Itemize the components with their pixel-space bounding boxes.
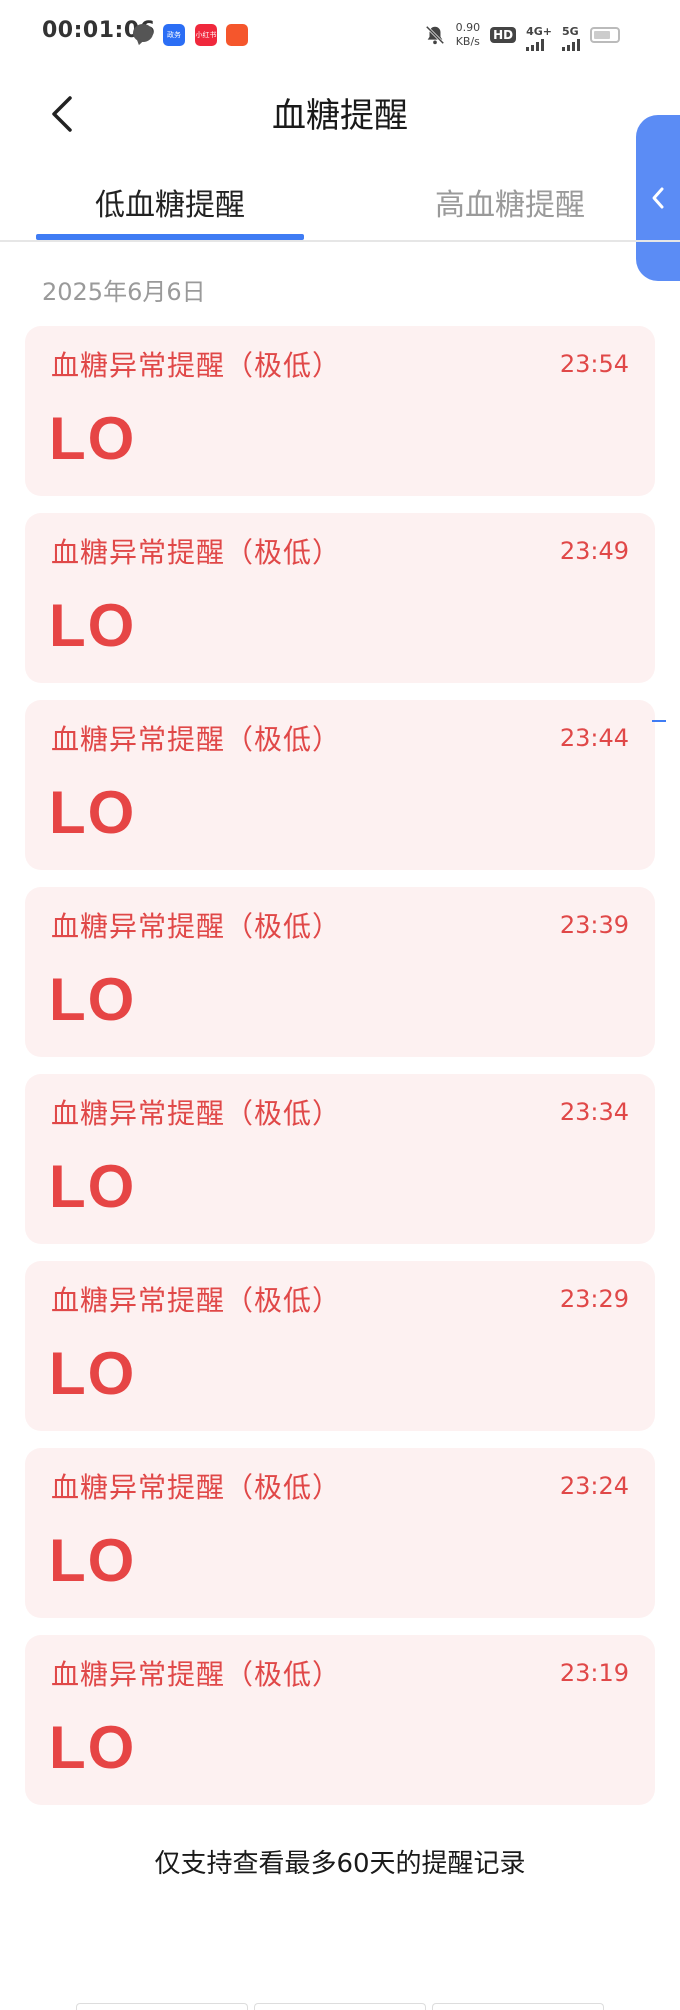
battery-icon	[590, 27, 620, 43]
signal-bars-icon	[526, 38, 552, 51]
signal-5g-label: 5G	[562, 24, 579, 38]
bottom-sheet-edge	[76, 2003, 604, 2010]
xiaohongshu-app-icon: 小红书	[195, 24, 217, 46]
alert-time: 23:44	[559, 724, 629, 752]
alert-card[interactable]: 血糖异常提醒（极低） 23:49 LO	[25, 513, 655, 683]
alert-title: 血糖异常提醒（极低）	[51, 1658, 342, 1691]
alert-value: LO	[49, 405, 137, 472]
tab-active-indicator	[36, 234, 304, 240]
alert-title: 血糖异常提醒（极低）	[51, 349, 342, 382]
hd-badge: HD	[490, 27, 517, 43]
header: 血糖提醒	[0, 78, 680, 148]
alert-value: LO	[49, 1340, 137, 1407]
tab-low-glucose[interactable]: 低血糖提醒	[36, 180, 304, 224]
status-bar: 00:01:06 政务 小红书 0.90 KB/s HD 4G+ 5G	[0, 0, 680, 70]
alert-card[interactable]: 血糖异常提醒（极低） 23:19 LO	[25, 1635, 655, 1805]
status-indicators: 0.90 KB/s HD 4G+ 5G	[424, 18, 620, 52]
alert-title: 血糖异常提醒（极低）	[51, 910, 342, 943]
alert-title: 血糖异常提醒（极低）	[51, 723, 342, 756]
tab-high-glucose[interactable]: 高血糖提醒	[400, 180, 620, 224]
alert-card[interactable]: 血糖异常提醒（极低） 23:29 LO	[25, 1261, 655, 1431]
alert-card[interactable]: 血糖异常提醒（极低） 23:24 LO	[25, 1448, 655, 1618]
signal-5g: 5G	[562, 20, 580, 51]
scroll-edge-mark	[652, 720, 666, 722]
alert-value: LO	[49, 592, 137, 659]
footer-note: 仅支持查看最多60天的提醒记录	[154, 1849, 526, 1879]
alert-value: LO	[49, 1714, 137, 1781]
chat-bubble-icon	[133, 24, 153, 42]
network-speed-value: 0.90	[455, 21, 481, 34]
alert-time: 23:39	[559, 911, 629, 939]
page-title: 血糖提醒	[272, 96, 408, 136]
alert-card[interactable]: 血糖异常提醒（极低） 23:44 LO	[25, 700, 655, 870]
alert-time: 23:24	[559, 1472, 629, 1500]
gov-app-icon: 政务	[163, 24, 185, 46]
alert-card[interactable]: 血糖异常提醒（极低） 23:39 LO	[25, 887, 655, 1057]
alert-card[interactable]: 血糖异常提醒（极低） 23:34 LO	[25, 1074, 655, 1244]
alert-value: LO	[49, 1153, 137, 1220]
shopping-app-icon	[226, 24, 248, 46]
signal-bars-icon	[562, 38, 580, 51]
alert-title: 血糖异常提醒（极低）	[51, 536, 342, 569]
alert-time: 23:19	[559, 1659, 629, 1687]
network-speed: 0.90 KB/s	[456, 21, 481, 49]
alert-time: 23:34	[559, 1098, 629, 1126]
alert-title: 血糖异常提醒（极低）	[51, 1471, 342, 1504]
alert-value: LO	[49, 966, 137, 1033]
signal-4g: 4G+	[526, 20, 552, 51]
alert-time: 23:49	[559, 537, 629, 565]
alert-time: 23:29	[559, 1285, 629, 1313]
alert-title: 血糖异常提醒（极低）	[51, 1284, 342, 1317]
alert-list: 血糖异常提醒（极低） 23:54 LO 血糖异常提醒（极低） 23:49 LO …	[25, 326, 655, 1822]
tab-bar: 低血糖提醒 高血糖提醒	[0, 170, 680, 242]
alert-value: LO	[49, 1527, 137, 1594]
alert-value: LO	[49, 779, 137, 846]
signal-4g-label: 4G+	[526, 24, 552, 38]
network-speed-unit: KB/s	[455, 35, 480, 48]
alert-title: 血糖异常提醒（极低）	[51, 1097, 342, 1130]
alert-time: 23:54	[559, 350, 629, 378]
alert-card[interactable]: 血糖异常提醒（极低） 23:54 LO	[25, 326, 655, 496]
date-label: 2025年6月6日	[42, 278, 206, 306]
bell-muted-icon	[424, 24, 446, 46]
